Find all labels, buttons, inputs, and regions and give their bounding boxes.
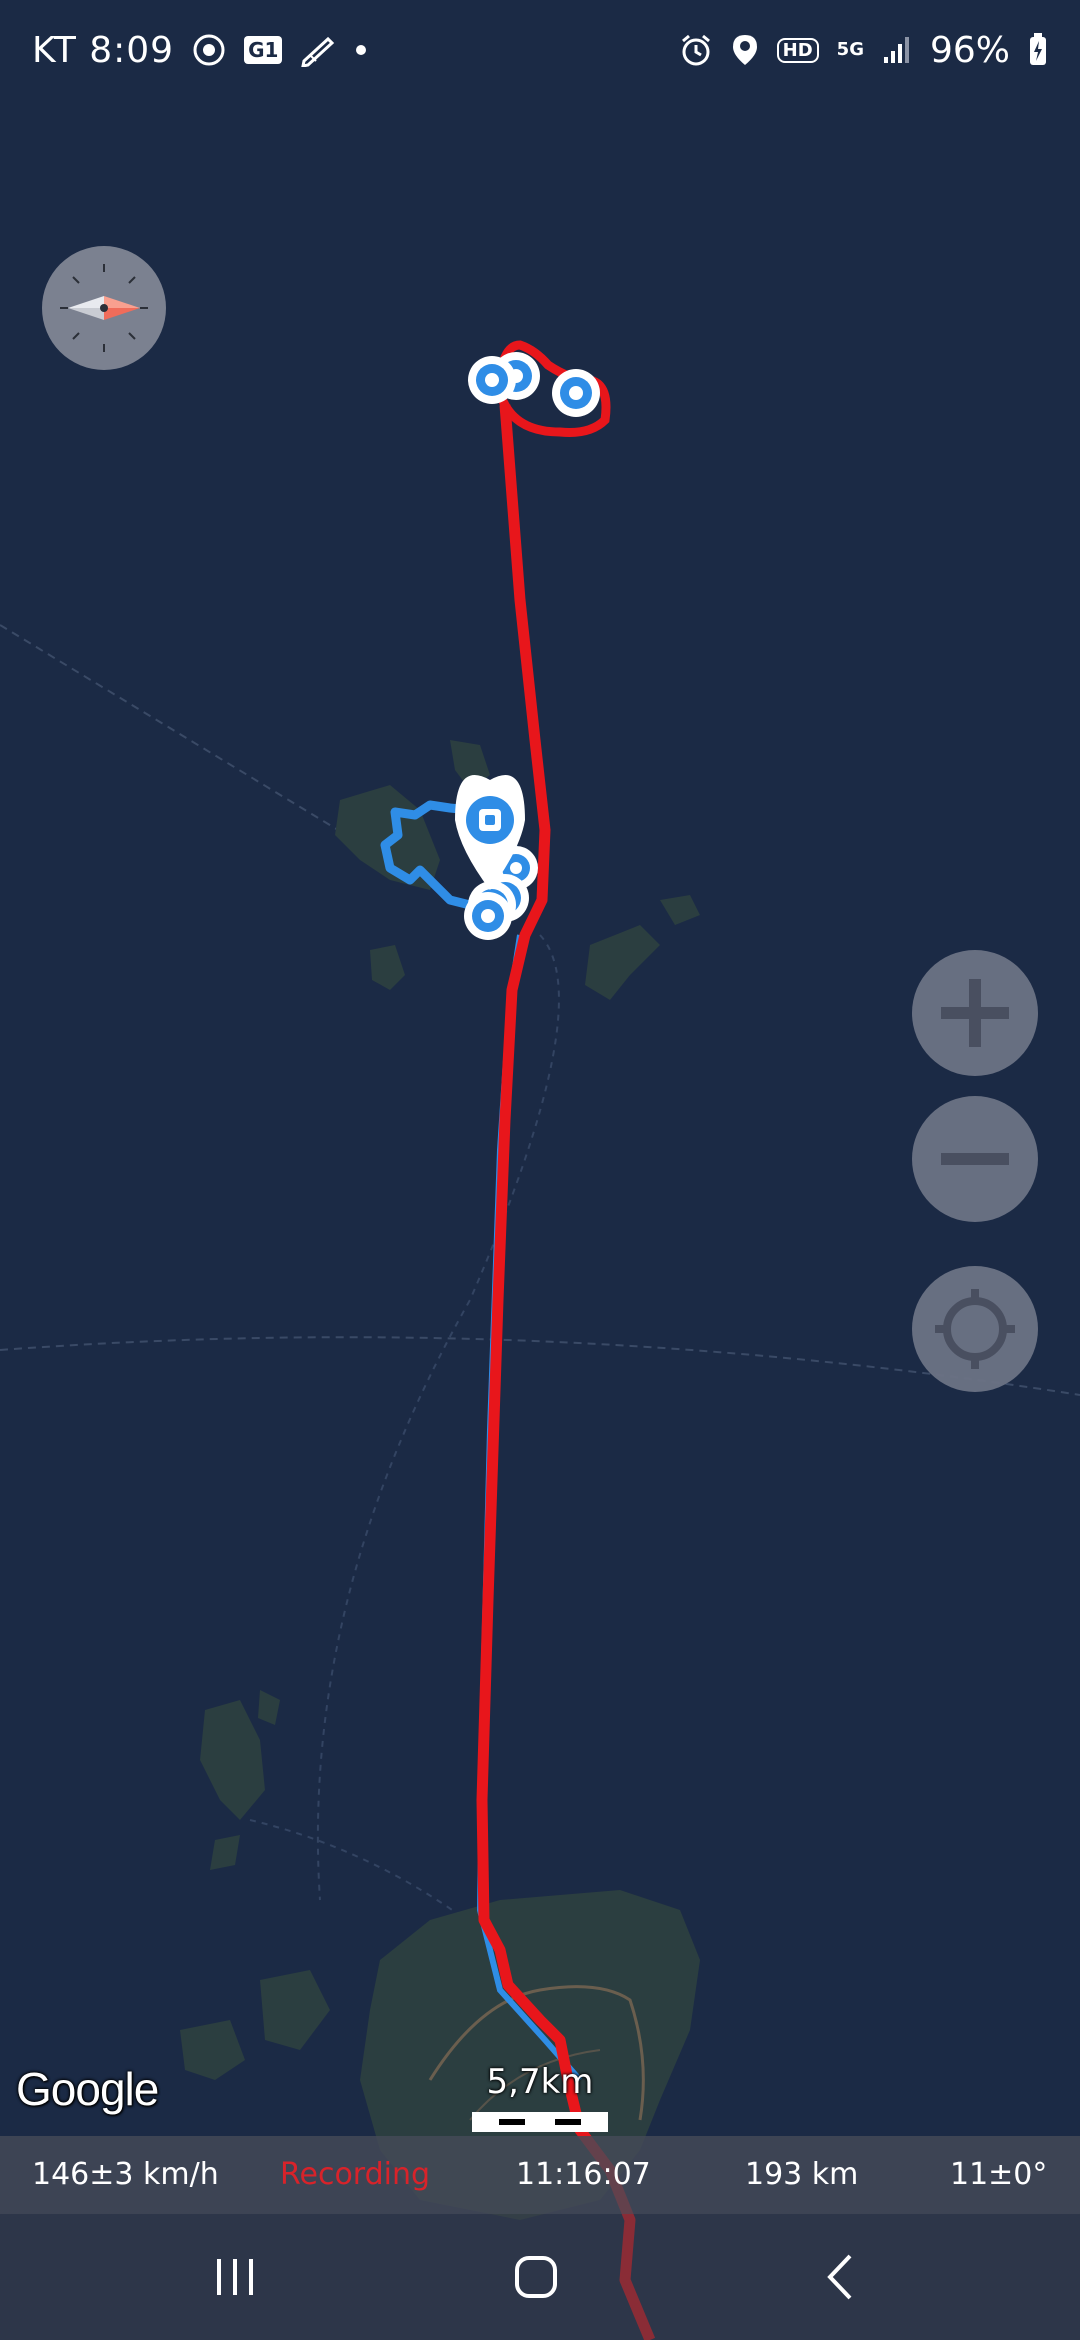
recording-status[interactable]: Recording xyxy=(280,2136,430,2214)
distance-readout: 193 km xyxy=(745,2157,859,2192)
dot-icon xyxy=(356,45,367,55)
pen-icon xyxy=(301,36,335,67)
heading-readout: 11±0° xyxy=(950,2157,1048,2192)
signal-icon xyxy=(883,37,909,63)
home-button[interactable] xyxy=(476,2214,596,2340)
my-location-icon xyxy=(935,1289,1015,1369)
speed-readout: 146±3 km/h xyxy=(32,2157,219,2192)
system-navigation-bar xyxy=(0,2214,1080,2340)
status-bar: KT 8:09 G1 HD 5G 96% xyxy=(0,0,1080,100)
recent-apps-button[interactable] xyxy=(175,2214,295,2340)
back-button[interactable] xyxy=(780,2214,900,2340)
tracking-info-bar: 146±3 km/h Recording 11:16:07 193 km 11±… xyxy=(0,2136,1080,2214)
network-type-icon: 5G xyxy=(836,39,864,60)
back-icon xyxy=(827,2254,852,2300)
battery-charging-icon xyxy=(1030,33,1046,65)
my-location-button[interactable] xyxy=(912,1266,1038,1392)
battery-percent: 96% xyxy=(929,29,1010,71)
zoom-in-icon xyxy=(941,979,1009,1047)
map-attribution: Google xyxy=(16,2063,159,2115)
compass-icon xyxy=(60,264,148,352)
target-icon xyxy=(193,34,225,66)
carrier-time: KT 8:09 xyxy=(32,29,175,71)
elapsed-time: 11:16:07 xyxy=(516,2157,651,2192)
app-badge-icon: G1 xyxy=(244,36,283,64)
compass-button[interactable] xyxy=(42,246,166,370)
scale-bar xyxy=(472,2112,608,2132)
zoom-in-button[interactable] xyxy=(912,950,1038,1076)
hd-icon: HD xyxy=(776,37,819,63)
scale-label: 5,7km xyxy=(486,2062,594,2102)
zoom-out-button[interactable] xyxy=(912,1096,1038,1222)
location-icon xyxy=(732,35,757,65)
alarm-icon xyxy=(681,34,710,66)
zoom-out-icon xyxy=(941,1153,1009,1165)
recent-apps-icon xyxy=(217,2259,253,2295)
home-icon xyxy=(515,2256,557,2298)
